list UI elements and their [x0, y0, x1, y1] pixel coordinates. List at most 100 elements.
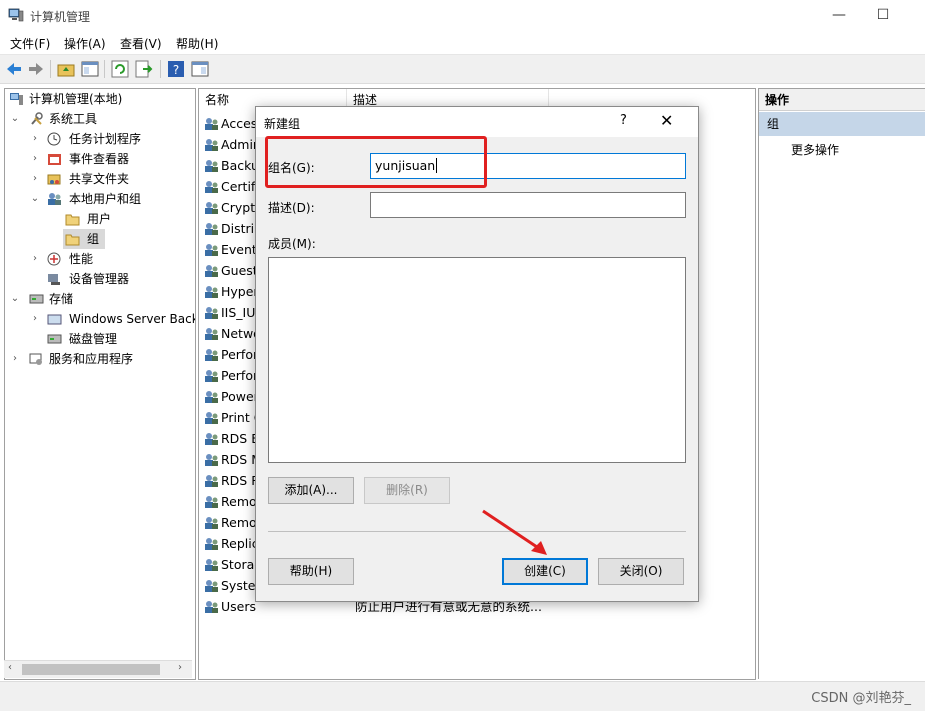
add-button[interactable]: 添加(A)... [268, 477, 354, 504]
group-icon [205, 454, 218, 466]
tree-item-users[interactable]: 用户 [63, 209, 193, 229]
watermark: CSDN @刘艳芬_ [811, 691, 911, 706]
users-icon [48, 193, 61, 205]
tree-item-local-users-groups[interactable]: ⌄ 本地用户和组 [29, 189, 193, 209]
chevron-right-icon[interactable]: › [29, 169, 41, 189]
minimize-button[interactable]: — [816, 0, 862, 32]
tree-item-storage[interactable]: ⌄ 存储 [9, 289, 193, 309]
dialog-help-button[interactable]: ? [620, 113, 627, 128]
chevron-right-icon[interactable]: › [29, 129, 41, 149]
status-bar: CSDN @刘艳芬_ [0, 681, 925, 711]
folder-icon [65, 214, 80, 226]
menu-help[interactable]: 帮助(H) [176, 35, 218, 52]
tree-item-event-viewer[interactable]: › 事件查看器 [29, 149, 193, 169]
menu-action[interactable]: 操作(A) [64, 35, 106, 52]
chevron-right-icon[interactable]: › [9, 349, 21, 369]
console-tree: 计算机管理(本地) ⌄ 系统工具 › 任务计划程序 › 事件查看器 › 共享文件… [4, 88, 196, 680]
group-icon [205, 244, 218, 256]
group-icon [205, 580, 218, 592]
scroll-left-icon[interactable]: ‹ [8, 662, 12, 673]
chevron-down-icon[interactable]: ⌄ [29, 189, 41, 209]
menu-file[interactable]: 文件(F) [10, 35, 50, 52]
more-actions-link[interactable]: 更多操作 [791, 141, 839, 158]
group-icon [205, 559, 218, 571]
export-list-icon[interactable] [134, 59, 154, 79]
group-icon [205, 118, 218, 130]
tree-item-task-scheduler[interactable]: › 任务计划程序 [29, 129, 193, 149]
group-icon [205, 307, 218, 319]
help-button[interactable]: 帮助(H) [268, 558, 354, 585]
group-icon [205, 370, 218, 382]
group-icon [205, 391, 218, 403]
description-label: 描述(D): [268, 201, 315, 215]
up-folder-icon[interactable] [56, 59, 76, 79]
group-icon [205, 538, 218, 550]
tree-item-system-tools[interactable]: ⌄ 系统工具 [9, 109, 193, 129]
chevron-right-icon[interactable]: › [29, 249, 41, 269]
tree-label: 事件查看器 [69, 152, 130, 166]
scrollbar-thumb[interactable] [22, 664, 160, 675]
remove-button[interactable]: 删除(R) [364, 477, 450, 504]
tree-item-disk-management[interactable]: 磁盘管理 [29, 329, 193, 349]
group-icon [205, 517, 218, 529]
window-title: 计算机管理 [30, 10, 91, 24]
dialog-close-button[interactable]: ✕ [660, 111, 673, 130]
show-hide-tree-icon[interactable] [80, 59, 100, 79]
group-icon [205, 202, 218, 214]
back-icon[interactable] [4, 59, 24, 79]
forward-icon[interactable] [26, 59, 46, 79]
highlight-annotation [265, 136, 487, 188]
tree-label: 系统工具 [49, 112, 98, 126]
tree-label: 本地用户和组 [69, 192, 142, 206]
group-icon [205, 223, 218, 235]
tree-item-windows-server-backup[interactable]: › Windows Server Back [29, 309, 196, 329]
refresh-icon[interactable] [110, 59, 130, 79]
show-hide-action-pane-icon[interactable] [190, 59, 210, 79]
svg-text:?: ? [173, 63, 179, 77]
event-viewer-icon [48, 154, 61, 165]
maximize-button[interactable]: ☐ [860, 0, 906, 32]
tree-label: 用户 [87, 212, 112, 226]
title-bar: 计算机管理 — ☐ [0, 0, 925, 32]
menu-bar: 文件(F) 操作(A) 查看(V) 帮助(H) [0, 32, 925, 54]
chevron-down-icon[interactable]: ⌄ [9, 289, 21, 309]
tree-item-device-manager[interactable]: 设备管理器 [29, 269, 193, 289]
list-item-name: RDS E [221, 431, 260, 446]
chevron-down-icon[interactable]: ⌄ [9, 109, 21, 129]
group-icon [205, 265, 218, 277]
list-item-name: Power [221, 389, 259, 404]
group-icon [205, 160, 218, 172]
group-icon [205, 139, 218, 151]
tree-item-performance[interactable]: › 性能 [29, 249, 193, 269]
tree-label: 计算机管理(本地) [29, 92, 123, 106]
list-item-name: Acces [221, 116, 258, 131]
help-icon[interactable]: ? [166, 59, 186, 79]
close-button[interactable]: 关闭(O) [598, 558, 684, 585]
members-list[interactable] [268, 257, 686, 463]
list-item-name: Event [221, 242, 257, 257]
tree-horizontal-scrollbar[interactable]: ‹ › [4, 660, 192, 678]
chevron-right-icon[interactable]: › [29, 309, 41, 329]
description-input[interactable] [370, 192, 686, 218]
menu-view[interactable]: 查看(V) [120, 35, 162, 52]
tools-icon [31, 112, 43, 125]
group-icon [205, 286, 218, 298]
tree-item-shared-folders[interactable]: › 共享文件夹 [29, 169, 193, 189]
group-icon [205, 475, 218, 487]
chevron-right-icon[interactable]: › [29, 149, 41, 169]
tree-item-groups[interactable]: 组 [63, 229, 105, 249]
computer-management-icon [8, 8, 24, 22]
tree-label: Windows Server Back [69, 312, 196, 326]
folder-icon [65, 234, 80, 246]
group-icon [205, 496, 218, 508]
dialog-title-bar: 新建组 ? ✕ [256, 107, 698, 137]
tree-item-root[interactable]: 计算机管理(本地) [7, 89, 193, 109]
actions-group-item[interactable]: 组 [759, 112, 925, 136]
disk-icon [47, 334, 62, 344]
arrow-annotation-icon [482, 509, 547, 555]
computer-management-icon [10, 93, 23, 105]
scroll-right-icon[interactable]: › [178, 662, 182, 673]
tree-item-services-apps[interactable]: › 服务和应用程序 [9, 349, 193, 369]
tree-label: 服务和应用程序 [49, 352, 134, 366]
group-icon [205, 349, 218, 361]
